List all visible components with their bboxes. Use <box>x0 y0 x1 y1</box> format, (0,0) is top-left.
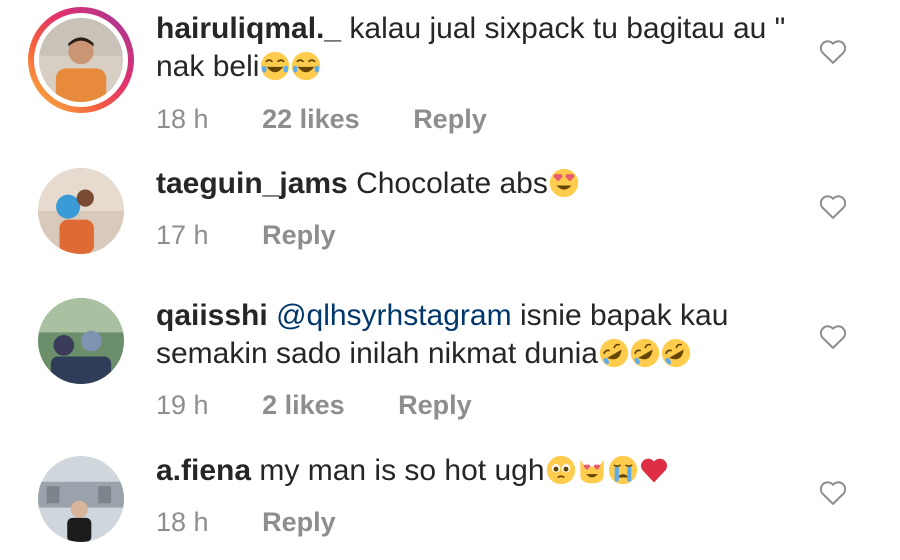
heart-eyes-cat-emoji <box>579 460 604 484</box>
avatar-photo <box>38 456 124 542</box>
heart-icon[interactable] <box>818 478 848 506</box>
comment-text: hairuliqmal._ kalau jual sixpack tu bagi… <box>156 10 806 86</box>
mention-link[interactable]: @qlhsyrhstagram <box>276 299 512 332</box>
comment-meta: 17 h Reply <box>156 220 382 251</box>
heart-eyes-emoji <box>549 168 579 198</box>
comment-body: Chocolate abs <box>356 167 548 200</box>
avatar[interactable] <box>28 7 134 113</box>
avatar[interactable] <box>38 456 124 542</box>
comment-meta: 19 h 2 likes Reply <box>156 390 518 421</box>
username[interactable]: a.fiena <box>156 454 251 487</box>
pleading-emoji <box>546 455 575 485</box>
timestamp: 17 h <box>156 220 209 250</box>
heart-icon[interactable] <box>818 192 848 220</box>
avatar-photo <box>38 168 124 254</box>
username[interactable]: taeguin_jams <box>156 167 348 200</box>
rofl-emoji <box>630 338 660 368</box>
reply-button[interactable]: Reply <box>262 220 336 250</box>
avatar-photo <box>39 18 123 102</box>
comment-meta: 18 h Reply <box>156 507 382 538</box>
comment-meta: 18 h 22 likes Reply <box>156 104 533 135</box>
timestamp: 18 h <box>156 507 209 537</box>
avatar[interactable] <box>38 298 124 384</box>
comment-text: taeguin_jams Chocolate abs <box>156 165 806 203</box>
rofl-emoji <box>599 338 629 368</box>
comment-text: qaiisshi @qlhsyrhstagram isnie bapak kau… <box>156 297 806 373</box>
avatar-photo <box>38 298 124 384</box>
joy-emoji <box>261 51 290 81</box>
crying-emoji <box>608 455 637 485</box>
likes-count[interactable]: 2 likes <box>262 390 345 420</box>
reply-button[interactable]: Reply <box>398 390 472 420</box>
comment-text: a.fiena my man is so hot ugh <box>156 452 806 490</box>
red-heart-emoji <box>640 458 667 483</box>
rofl-emoji <box>661 338 691 368</box>
username[interactable]: qaiisshi <box>156 299 268 332</box>
heart-icon[interactable] <box>818 322 848 350</box>
timestamp: 19 h <box>156 390 209 420</box>
joy-emoji <box>292 51 321 81</box>
timestamp: 18 h <box>156 104 209 134</box>
comment-body: my man is so hot ugh <box>259 454 545 487</box>
heart-icon[interactable] <box>818 37 848 65</box>
reply-button[interactable]: Reply <box>413 104 487 134</box>
likes-count[interactable]: 22 likes <box>262 104 360 134</box>
reply-button[interactable]: Reply <box>262 507 336 537</box>
username[interactable]: hairuliqmal._ <box>156 12 341 45</box>
avatar[interactable] <box>38 168 124 254</box>
